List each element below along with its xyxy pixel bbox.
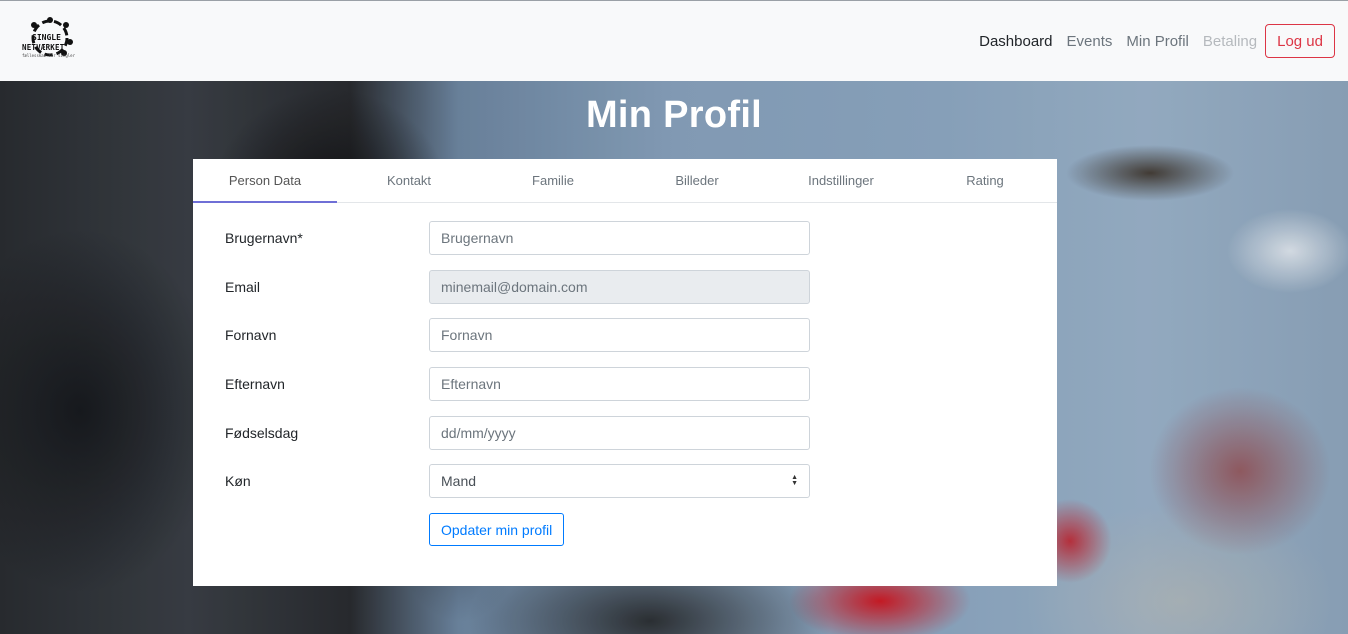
username-label: Brugernavn* <box>225 230 303 246</box>
gender-select[interactable]: Mand ▲ ▼ <box>429 464 810 498</box>
select-caret-icon: ▲ ▼ <box>791 474 798 487</box>
nav-link-betaling: Betaling <box>1202 32 1258 50</box>
nav-link-min-profil[interactable]: Min Profil <box>1119 33 1196 50</box>
tab-person-data[interactable]: Person Data <box>193 159 337 203</box>
gender-label: Køn <box>225 473 251 489</box>
form-row-birthday: Fødselsdag <box>193 416 1057 450</box>
gender-selected-value: Mand <box>441 473 477 489</box>
update-profile-button[interactable]: Opdater min profil <box>429 513 565 546</box>
form-row-email: Email <box>193 270 1057 304</box>
logout-button[interactable]: Log ud <box>1265 24 1335 58</box>
tab-billeder[interactable]: Billeder <box>625 159 769 202</box>
nav-link-events[interactable]: Events <box>1060 33 1120 50</box>
tab-rating[interactable]: Rating <box>913 159 1057 202</box>
email-label: Email <box>225 279 261 295</box>
firstname-label: Fornavn <box>225 327 277 343</box>
tab-familie[interactable]: Familie <box>481 159 625 202</box>
profile-tabs: Person Data Kontakt Familie Billeder Ind… <box>193 159 1057 203</box>
tab-indstillinger[interactable]: Indstillinger <box>769 159 913 202</box>
page-title: Min Profil <box>585 94 763 136</box>
form-row-lastname: Efternavn <box>193 367 1057 401</box>
birthday-input[interactable] <box>429 416 810 450</box>
lastname-label: Efternavn <box>225 376 285 392</box>
tab-kontakt[interactable]: Kontakt <box>337 159 481 202</box>
username-input[interactable] <box>429 221 810 255</box>
top-navbar: SINGLE NETVÆRKET fællesskab for singler … <box>0 0 1348 81</box>
birthday-label: Fødselsdag <box>225 425 299 441</box>
logo-text-line1: SINGLE <box>32 33 61 42</box>
logo-text-line2: NETVÆRKET <box>22 43 65 52</box>
logo-text-line3: fællesskab for singler <box>22 53 75 58</box>
nav-links: Dashboard Events Min Profil Betaling Log… <box>972 24 1335 58</box>
form-row-firstname: Fornavn <box>193 318 1057 352</box>
email-field <box>429 270 810 304</box>
profile-card: Person Data Kontakt Familie Billeder Ind… <box>193 159 1057 586</box>
firstname-input[interactable] <box>429 318 810 352</box>
site-logo[interactable]: SINGLE NETVÆRKET fællesskab for singler <box>20 16 80 66</box>
form-row-username: Brugernavn* <box>193 221 1057 255</box>
lastname-input[interactable] <box>429 367 810 401</box>
nav-link-dashboard[interactable]: Dashboard <box>972 33 1059 50</box>
form-row-gender: Køn Mand ▲ ▼ <box>193 464 1057 498</box>
